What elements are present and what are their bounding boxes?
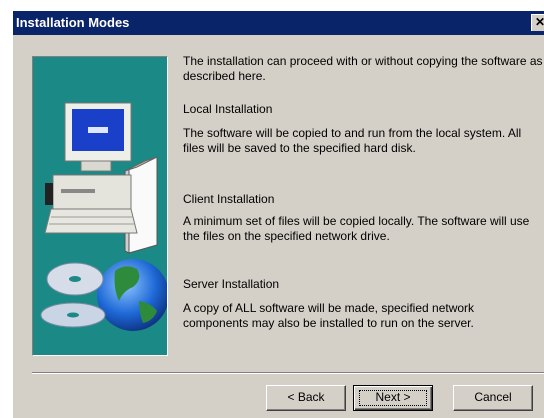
back-button-label: < Back [287, 390, 325, 404]
title-bar: Installation Modes ✕ [13, 11, 544, 35]
dialog-title: Installation Modes [16, 15, 130, 30]
cancel-button[interactable]: Cancel [453, 385, 533, 411]
back-button[interactable]: < Back [266, 385, 346, 411]
wizard-side-image [32, 56, 168, 356]
cd-illustration [40, 262, 106, 328]
server-installation-description: A copy of ALL software will be made, spe… [183, 301, 475, 330]
server-installation-heading: Server Installation [183, 277, 280, 291]
next-button-label: Next > [375, 390, 411, 404]
client-installation-heading: Client Installation [183, 192, 275, 206]
close-icon[interactable]: ✕ [531, 14, 544, 31]
next-button[interactable]: Next > [353, 385, 433, 411]
installation-modes-dialog: Installation Modes ✕ [12, 10, 544, 418]
intro-text: The installation can proceed with or wit… [183, 54, 543, 83]
button-separator [32, 372, 544, 374]
client-installation-description: A minimum set of files will be copied lo… [183, 214, 530, 243]
cancel-button-label: Cancel [474, 390, 512, 404]
local-installation-description: The software will be copied to and run f… [183, 126, 522, 155]
local-installation-heading: Local Installation [183, 102, 273, 116]
